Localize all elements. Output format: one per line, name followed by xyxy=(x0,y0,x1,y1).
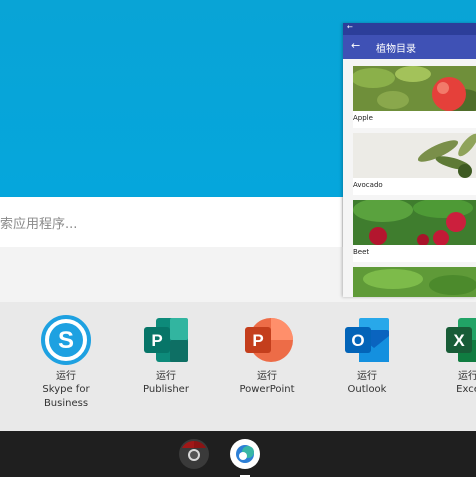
window-status-strip: ← xyxy=(343,23,476,35)
svg-text:X: X xyxy=(453,331,465,350)
plant-card-avocado[interactable]: Avocado xyxy=(353,133,476,195)
plant-card-beet[interactable]: Beet xyxy=(353,200,476,262)
plant-label: Apple xyxy=(353,114,373,122)
app-run-label: 运行 xyxy=(458,371,476,382)
app-outlook[interactable]: O 运行 Outlook xyxy=(322,314,412,397)
outlook-icon: O xyxy=(341,314,393,366)
app-run-label: 运行 xyxy=(357,371,377,382)
plant-card-next[interactable] xyxy=(353,267,476,297)
svg-text:O: O xyxy=(351,331,364,350)
app-name: Publisher xyxy=(143,384,189,395)
svg-text:P: P xyxy=(151,331,162,350)
app-run-label: 运行 xyxy=(56,371,76,382)
app-name: PowerPoint xyxy=(239,384,295,395)
app-powerpoint[interactable]: P 运行 PowerPoint xyxy=(222,314,312,397)
app-skype-for-business[interactable]: S 运行 Skype for Business xyxy=(21,314,111,411)
plant-catalog-window[interactable]: ← ← 植物目录 Apple Avocado Beet xyxy=(343,23,476,297)
back-arrow-icon[interactable]: ← xyxy=(351,39,360,52)
svg-text:P: P xyxy=(252,331,263,350)
app-icon[interactable] xyxy=(230,439,260,469)
powerpoint-icon: P xyxy=(241,314,293,366)
excel-icon: X xyxy=(442,314,476,366)
avocado-image xyxy=(353,133,476,178)
app-name: Exce xyxy=(456,384,476,395)
taskbar xyxy=(0,431,476,477)
plant-label: Avocado xyxy=(353,181,383,189)
app-name: Outlook xyxy=(347,384,387,395)
app-toolbar: ← 植物目录 xyxy=(343,35,476,59)
plant-image xyxy=(353,267,476,297)
app-name-line2: Business xyxy=(43,398,89,409)
skype-icon: S xyxy=(40,314,92,366)
app-run-label: 运行 xyxy=(257,371,277,382)
app-run-label: 运行 xyxy=(156,371,176,382)
app-publisher[interactable]: P 运行 Publisher xyxy=(121,314,211,397)
apple-image xyxy=(353,66,476,111)
beet-image xyxy=(353,200,476,245)
plant-label: Beet xyxy=(353,248,370,256)
svg-text:S: S xyxy=(58,327,74,354)
app-dock: S 运行 Skype for Business P 运行 Publisher P… xyxy=(0,302,476,431)
app-excel[interactable]: X 运行 Exce xyxy=(423,314,476,397)
publisher-icon: P xyxy=(140,314,192,366)
minimize-arrow-icon[interactable]: ← xyxy=(347,23,353,31)
app-name: Skype for xyxy=(42,384,90,395)
window-title: 植物目录 xyxy=(376,44,416,55)
search-placeholder: 索应用程序... xyxy=(0,217,78,232)
chrome-icon[interactable] xyxy=(179,439,209,469)
app-search-box[interactable]: 索应用程序... xyxy=(0,197,342,247)
plant-card-apple[interactable]: Apple xyxy=(353,66,476,128)
